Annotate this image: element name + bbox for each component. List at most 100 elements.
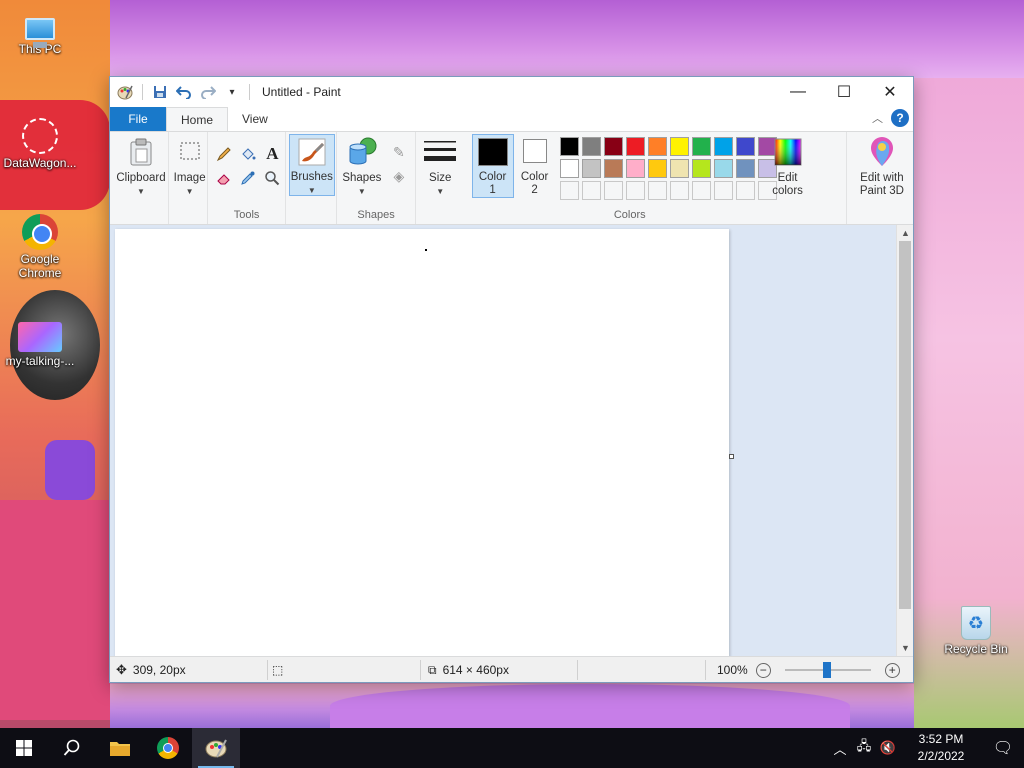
image-button[interactable]: Image ▼	[169, 136, 211, 198]
volume-muted-icon[interactable]: 🔇	[876, 728, 900, 768]
datawagon-icon	[22, 118, 58, 154]
palette-swatch[interactable]	[691, 137, 711, 156]
move-cursor-icon: ✥	[116, 662, 127, 677]
tab-view[interactable]: View	[228, 107, 282, 131]
color-1-button[interactable]: Color 1	[471, 134, 514, 198]
palette-swatch[interactable]	[713, 159, 733, 178]
help-button[interactable]: ?	[891, 109, 909, 127]
collapse-ribbon-icon[interactable]: ︿	[872, 110, 883, 126]
eraser-icon[interactable]	[214, 168, 234, 188]
tab-home[interactable]: Home	[166, 107, 229, 131]
pencil-icon[interactable]	[214, 144, 234, 164]
save-icon[interactable]	[151, 83, 169, 101]
desktop-icon-label: my-talking-...	[5, 354, 75, 368]
palette-swatch[interactable]	[581, 137, 601, 156]
drawing-canvas[interactable]	[115, 229, 729, 656]
customize-qat-icon[interactable]: ▾	[223, 83, 241, 101]
undo-icon[interactable]	[175, 83, 193, 101]
palette-swatch[interactable]	[735, 137, 755, 156]
desktop-icon-this-pc[interactable]: This PC	[0, 10, 80, 56]
size-button[interactable]: Size ▼	[420, 136, 460, 198]
scroll-thumb[interactable]	[899, 241, 911, 609]
zoom-in-button[interactable]: +	[884, 662, 900, 678]
palette-swatch[interactable]	[691, 159, 711, 178]
zoom-slider[interactable]	[784, 662, 871, 678]
palette-swatch[interactable]	[559, 159, 579, 178]
desktop-icon-datawagon[interactable]: DataWagon...	[0, 118, 80, 170]
clock-time: 3:52 PM	[918, 732, 964, 746]
palette-swatch[interactable]	[669, 137, 689, 156]
fill-icon[interactable]	[238, 144, 258, 164]
palette-swatch[interactable]	[669, 159, 689, 178]
desktop-icon-recycle-bin[interactable]: ♻ Recycle Bin	[936, 606, 1016, 656]
palette-swatch[interactable]	[625, 137, 645, 156]
color-picker-icon[interactable]	[238, 168, 258, 188]
palette-swatch[interactable]	[625, 159, 645, 178]
status-divider	[420, 660, 421, 680]
clock[interactable]: 3:52 PM 2/2/2022	[900, 731, 982, 765]
scroll-up-arrow-icon[interactable]: ▲	[897, 225, 914, 241]
shape-fill-icon[interactable]: ◈	[389, 166, 409, 186]
title-bar[interactable]: ▾ Untitled - Paint — ☐ ✕	[110, 77, 913, 107]
color-2-button[interactable]: Color 2	[516, 137, 554, 197]
custom-color-slot[interactable]	[735, 181, 755, 200]
clipboard-button[interactable]: Clipboard ▼	[114, 136, 168, 198]
palette-swatch[interactable]	[647, 137, 667, 156]
clock-date: 2/2/2022	[917, 749, 965, 763]
edit-with-paint-3d-button[interactable]: Edit with Paint 3D	[851, 136, 913, 198]
taskbar-paint[interactable]	[192, 728, 240, 768]
network-icon[interactable]: 🖧	[852, 728, 876, 768]
start-button[interactable]	[0, 728, 48, 768]
game-shortcut-icon	[18, 322, 62, 352]
close-button[interactable]: ✕	[867, 77, 913, 107]
palette-swatch[interactable]	[603, 159, 623, 178]
taskbar-chrome[interactable]	[144, 728, 192, 768]
zoom-control: 100% − +	[717, 657, 900, 683]
clipboard-label: Clipboard	[116, 172, 166, 184]
edit-colors-button[interactable]: Edit colors	[764, 136, 812, 198]
magnifier-icon[interactable]	[262, 168, 282, 188]
custom-color-slot[interactable]	[691, 181, 711, 200]
text-icon[interactable]: A	[262, 144, 282, 164]
shapes-button[interactable]: Shapes ▼	[339, 136, 385, 198]
custom-color-slot[interactable]	[647, 181, 667, 200]
paint-app-icon[interactable]	[116, 83, 134, 101]
custom-color-slot[interactable]	[713, 181, 733, 200]
show-hidden-icons-icon[interactable]: ︿	[828, 728, 852, 768]
resize-handle-right[interactable]	[729, 454, 734, 459]
palette-swatch[interactable]	[603, 137, 623, 156]
vertical-scrollbar[interactable]: ▲ ▼	[896, 225, 913, 656]
custom-color-slot[interactable]	[669, 181, 689, 200]
maximize-button[interactable]: ☐	[821, 77, 867, 107]
zoom-out-button[interactable]: −	[755, 662, 771, 678]
taskbar-file-explorer[interactable]	[96, 728, 144, 768]
redo-icon[interactable]	[199, 83, 217, 101]
desktop-icon-my-talking[interactable]: my-talking-...	[0, 322, 80, 368]
chevron-down-icon: ▼	[307, 186, 316, 195]
palette-swatch[interactable]	[647, 159, 667, 178]
desktop-icon-google-chrome[interactable]: Google Chrome	[0, 214, 80, 280]
brushes-button[interactable]: Brushes ▼	[288, 134, 335, 196]
chrome-icon	[157, 737, 179, 759]
zoom-slider-thumb[interactable]	[822, 662, 831, 678]
color-1-label-line1: Color	[478, 171, 507, 183]
canvas-workspace[interactable]	[110, 225, 898, 656]
qat-separator	[249, 84, 250, 100]
minimize-button[interactable]: —	[775, 77, 821, 107]
palette-swatch[interactable]	[581, 159, 601, 178]
palette-swatch[interactable]	[559, 137, 579, 156]
palette-swatch[interactable]	[735, 159, 755, 178]
outline-icon[interactable]: ✎	[389, 142, 409, 162]
notifications-icon[interactable]: 🗨	[982, 728, 1024, 768]
scroll-down-arrow-icon[interactable]: ▼	[897, 640, 914, 656]
wallpaper-box	[0, 500, 110, 720]
desktop-icon-label: Recycle Bin	[944, 642, 1008, 656]
custom-color-slot[interactable]	[559, 181, 579, 200]
custom-color-slot[interactable]	[603, 181, 623, 200]
tab-file[interactable]: File	[110, 107, 166, 131]
custom-color-slot[interactable]	[625, 181, 645, 200]
search-button[interactable]	[48, 728, 96, 768]
palette-swatch[interactable]	[713, 137, 733, 156]
group-clipboard: Clipboard ▼	[110, 132, 169, 224]
custom-color-slot[interactable]	[581, 181, 601, 200]
